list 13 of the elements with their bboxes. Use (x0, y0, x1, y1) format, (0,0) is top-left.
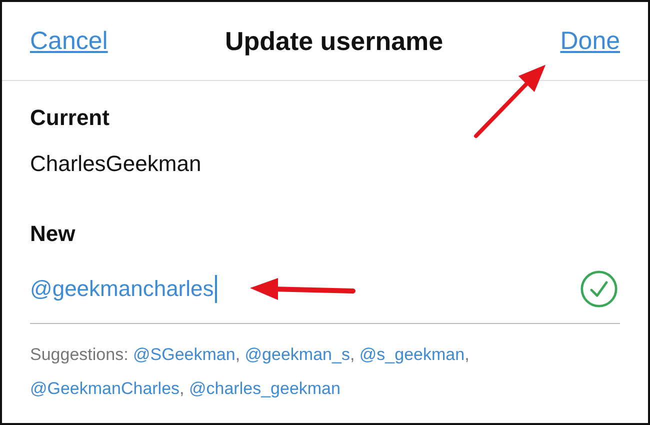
suggestion-link[interactable]: @s_geekman (359, 345, 465, 364)
suggestion-link[interactable]: @GeekmanCharles (30, 379, 180, 398)
suggestion-link[interactable]: @geekman_s (244, 345, 350, 364)
field-label: New (30, 221, 76, 247)
field-label: Current (30, 105, 110, 131)
username-field[interactable]: @geekmancharles (30, 276, 214, 302)
done-link[interactable]: Done (560, 26, 620, 56)
current-username: CharlesGeekman (30, 151, 202, 177)
suggestion-link[interactable]: @charles_geekman (189, 379, 340, 398)
suggestions-text: Suggestions: @SGeekman, @geekman_s, @s_geekman, @GeekmanCharles, @charles_geekman (30, 344, 470, 400)
screen-title: Update username (224, 26, 444, 56)
suggestion-link[interactable]: @SGeekman (133, 345, 236, 364)
cancel-link[interactable]: Cancel (30, 26, 108, 56)
